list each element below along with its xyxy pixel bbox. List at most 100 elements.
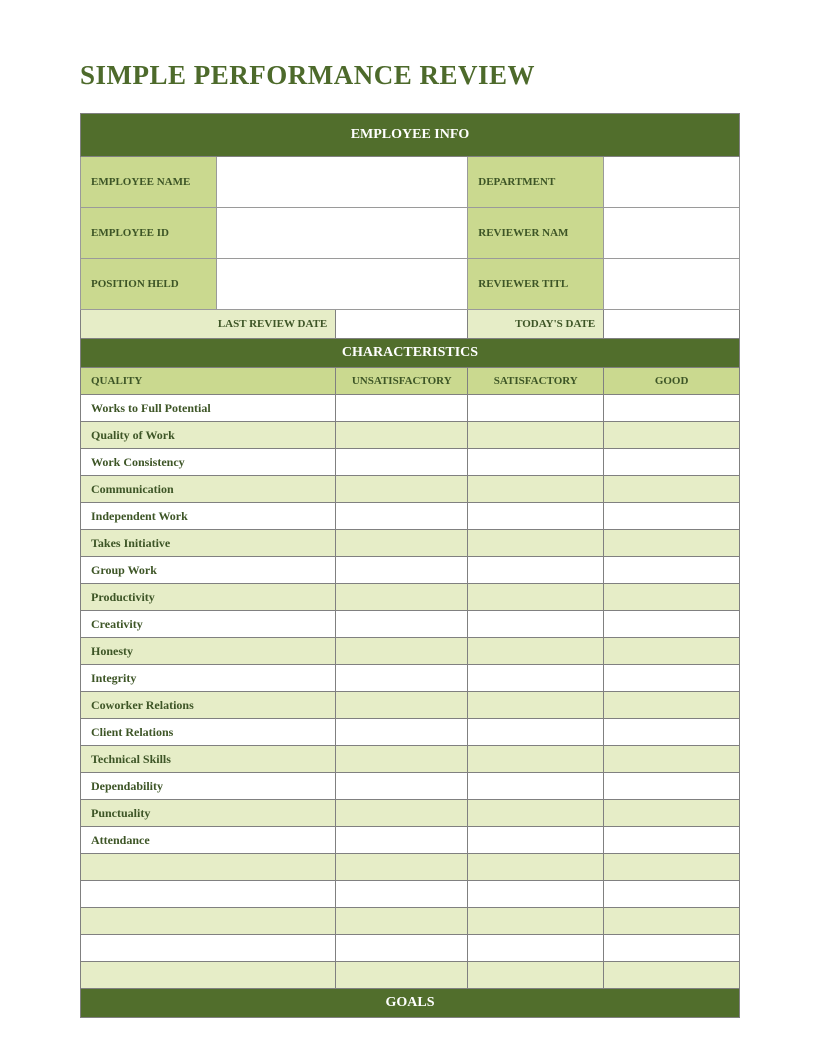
rating-unsatisfactory-cell[interactable]: [336, 584, 468, 611]
rating-satisfactory-cell[interactable]: [468, 827, 604, 854]
rating-unsatisfactory-cell[interactable]: [336, 422, 468, 449]
rating-satisfactory-cell[interactable]: [468, 395, 604, 422]
rating-satisfactory-cell[interactable]: [468, 908, 604, 935]
characteristic-row: Works to Full Potential: [81, 395, 740, 422]
rating-good-cell[interactable]: [604, 476, 740, 503]
characteristic-row: Coworker Relations: [81, 692, 740, 719]
field-position-held[interactable]: [217, 259, 468, 310]
page-title: SIMPLE PERFORMANCE REVIEW: [80, 60, 757, 91]
rating-satisfactory-cell[interactable]: [468, 935, 604, 962]
rating-good-cell[interactable]: [604, 611, 740, 638]
rating-unsatisfactory-cell[interactable]: [336, 773, 468, 800]
review-form-table: EMPLOYEE INFO EMPLOYEE NAME DEPARTMENT E…: [80, 113, 740, 1018]
rating-unsatisfactory-cell[interactable]: [336, 746, 468, 773]
rating-unsatisfactory-cell[interactable]: [336, 719, 468, 746]
rating-good-cell[interactable]: [604, 557, 740, 584]
rating-satisfactory-cell[interactable]: [468, 638, 604, 665]
rating-unsatisfactory-cell[interactable]: [336, 881, 468, 908]
characteristic-label: Works to Full Potential: [81, 395, 336, 422]
rating-unsatisfactory-cell[interactable]: [336, 962, 468, 989]
characteristic-row: [81, 854, 740, 881]
rating-satisfactory-cell[interactable]: [468, 476, 604, 503]
rating-unsatisfactory-cell[interactable]: [336, 503, 468, 530]
rating-good-cell[interactable]: [604, 395, 740, 422]
rating-good-cell[interactable]: [604, 503, 740, 530]
characteristic-label: [81, 962, 336, 989]
rating-satisfactory-cell[interactable]: [468, 584, 604, 611]
rating-good-cell[interactable]: [604, 881, 740, 908]
characteristic-label: Creativity: [81, 611, 336, 638]
rating-satisfactory-cell[interactable]: [468, 665, 604, 692]
rating-good-cell[interactable]: [604, 935, 740, 962]
field-department[interactable]: [604, 157, 740, 208]
rating-satisfactory-cell[interactable]: [468, 422, 604, 449]
employee-info-header: EMPLOYEE INFO: [81, 114, 740, 157]
characteristic-label: Communication: [81, 476, 336, 503]
characteristic-label: Takes Initiative: [81, 530, 336, 557]
rating-satisfactory-cell[interactable]: [468, 881, 604, 908]
characteristic-label: Dependability: [81, 773, 336, 800]
rating-unsatisfactory-cell[interactable]: [336, 935, 468, 962]
rating-satisfactory-cell[interactable]: [468, 530, 604, 557]
rating-satisfactory-cell[interactable]: [468, 557, 604, 584]
field-last-review-date[interactable]: [336, 310, 468, 339]
rating-good-cell[interactable]: [604, 638, 740, 665]
rating-satisfactory-cell[interactable]: [468, 854, 604, 881]
rating-good-cell[interactable]: [604, 962, 740, 989]
rating-unsatisfactory-cell[interactable]: [336, 611, 468, 638]
rating-satisfactory-cell[interactable]: [468, 692, 604, 719]
characteristic-row: Quality of Work: [81, 422, 740, 449]
rating-unsatisfactory-cell[interactable]: [336, 692, 468, 719]
characteristic-row: Work Consistency: [81, 449, 740, 476]
rating-good-cell[interactable]: [604, 827, 740, 854]
rating-satisfactory-cell[interactable]: [468, 962, 604, 989]
rating-satisfactory-cell[interactable]: [468, 611, 604, 638]
characteristic-row: Independent Work: [81, 503, 740, 530]
field-reviewer-name[interactable]: [604, 208, 740, 259]
characteristic-row: Client Relations: [81, 719, 740, 746]
rating-good-cell[interactable]: [604, 449, 740, 476]
characteristic-row: Dependability: [81, 773, 740, 800]
rating-unsatisfactory-cell[interactable]: [336, 476, 468, 503]
characteristic-row: Creativity: [81, 611, 740, 638]
label-employee-name: EMPLOYEE NAME: [81, 157, 217, 208]
rating-good-cell[interactable]: [604, 665, 740, 692]
rating-satisfactory-cell[interactable]: [468, 773, 604, 800]
label-reviewer-title: REVIEWER TITL: [468, 259, 604, 310]
rating-unsatisfactory-cell[interactable]: [336, 800, 468, 827]
rating-unsatisfactory-cell[interactable]: [336, 665, 468, 692]
rating-good-cell[interactable]: [604, 746, 740, 773]
col-quality: QUALITY: [81, 368, 336, 395]
rating-good-cell[interactable]: [604, 692, 740, 719]
rating-good-cell[interactable]: [604, 773, 740, 800]
characteristic-label: [81, 881, 336, 908]
field-employee-name[interactable]: [217, 157, 468, 208]
rating-good-cell[interactable]: [604, 854, 740, 881]
rating-satisfactory-cell[interactable]: [468, 800, 604, 827]
field-reviewer-title[interactable]: [604, 259, 740, 310]
field-employee-id[interactable]: [217, 208, 468, 259]
characteristic-row: Integrity: [81, 665, 740, 692]
rating-unsatisfactory-cell[interactable]: [336, 638, 468, 665]
rating-good-cell[interactable]: [604, 800, 740, 827]
rating-satisfactory-cell[interactable]: [468, 449, 604, 476]
rating-unsatisfactory-cell[interactable]: [336, 530, 468, 557]
rating-unsatisfactory-cell[interactable]: [336, 827, 468, 854]
goals-header-row: GOALS: [81, 989, 740, 1018]
rating-unsatisfactory-cell[interactable]: [336, 557, 468, 584]
characteristic-label: Client Relations: [81, 719, 336, 746]
rating-good-cell[interactable]: [604, 719, 740, 746]
label-employee-id: EMPLOYEE ID: [81, 208, 217, 259]
rating-satisfactory-cell[interactable]: [468, 719, 604, 746]
rating-unsatisfactory-cell[interactable]: [336, 908, 468, 935]
rating-good-cell[interactable]: [604, 530, 740, 557]
rating-good-cell[interactable]: [604, 422, 740, 449]
rating-good-cell[interactable]: [604, 584, 740, 611]
rating-good-cell[interactable]: [604, 908, 740, 935]
rating-unsatisfactory-cell[interactable]: [336, 854, 468, 881]
rating-satisfactory-cell[interactable]: [468, 746, 604, 773]
rating-unsatisfactory-cell[interactable]: [336, 449, 468, 476]
field-todays-date[interactable]: [604, 310, 740, 339]
rating-unsatisfactory-cell[interactable]: [336, 395, 468, 422]
rating-satisfactory-cell[interactable]: [468, 503, 604, 530]
